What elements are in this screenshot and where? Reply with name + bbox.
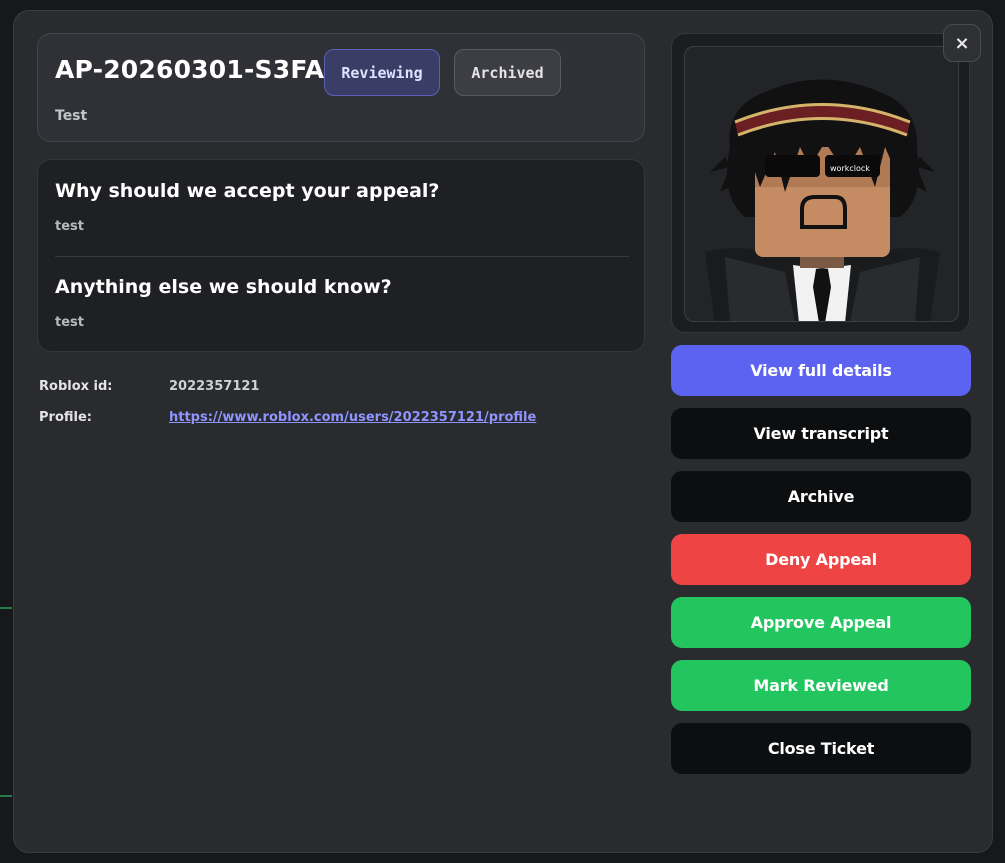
ticket-subtitle: Test	[55, 108, 88, 124]
close-ticket-button[interactable]: Close Ticket	[671, 723, 971, 774]
divider	[55, 256, 629, 257]
roblox-id-value: 2022357121	[169, 379, 260, 394]
ticket-id: AP-20260301-S3FA	[55, 55, 325, 84]
roblox-id-label: Roblox id:	[39, 379, 113, 394]
qa-item: Why should we accept your appeal? test	[55, 180, 629, 234]
profile-link[interactable]: https://www.roblox.com/users/2022357121/…	[169, 410, 536, 425]
answer-text: test	[55, 315, 84, 330]
profile-label: Profile:	[39, 410, 92, 425]
view-transcript-button[interactable]: View transcript	[671, 408, 971, 459]
avatar-illustration	[705, 79, 940, 321]
status-badge-reviewing[interactable]: Reviewing	[324, 49, 440, 96]
deny-appeal-button[interactable]: Deny Appeal	[671, 534, 971, 585]
answer-text: test	[55, 219, 84, 234]
avatar-card: workclock	[671, 33, 970, 333]
avatar-image: workclock	[684, 46, 959, 322]
appeal-modal: AP-20260301-S3FA Reviewing Archived Test…	[13, 10, 993, 853]
backdrop-accent-line	[0, 607, 12, 609]
mark-reviewed-button[interactable]: Mark Reviewed	[671, 660, 971, 711]
appeal-answers-card: Why should we accept your appeal? test A…	[37, 159, 645, 352]
backdrop-accent-line	[0, 795, 12, 797]
approve-appeal-button[interactable]: Approve Appeal	[671, 597, 971, 648]
status-badge-archived[interactable]: Archived	[454, 49, 561, 96]
question-label: Why should we accept your appeal?	[55, 180, 440, 202]
archive-button[interactable]: Archive	[671, 471, 971, 522]
ticket-header-card: AP-20260301-S3FA Reviewing Archived Test	[37, 33, 645, 142]
qa-item: Anything else we should know? test	[55, 276, 629, 330]
close-icon[interactable]: ×	[943, 24, 981, 62]
question-label: Anything else we should know?	[55, 276, 392, 298]
avatar-name-tag: workclock	[830, 164, 870, 173]
view-full-details-button[interactable]: View full details	[671, 345, 971, 396]
